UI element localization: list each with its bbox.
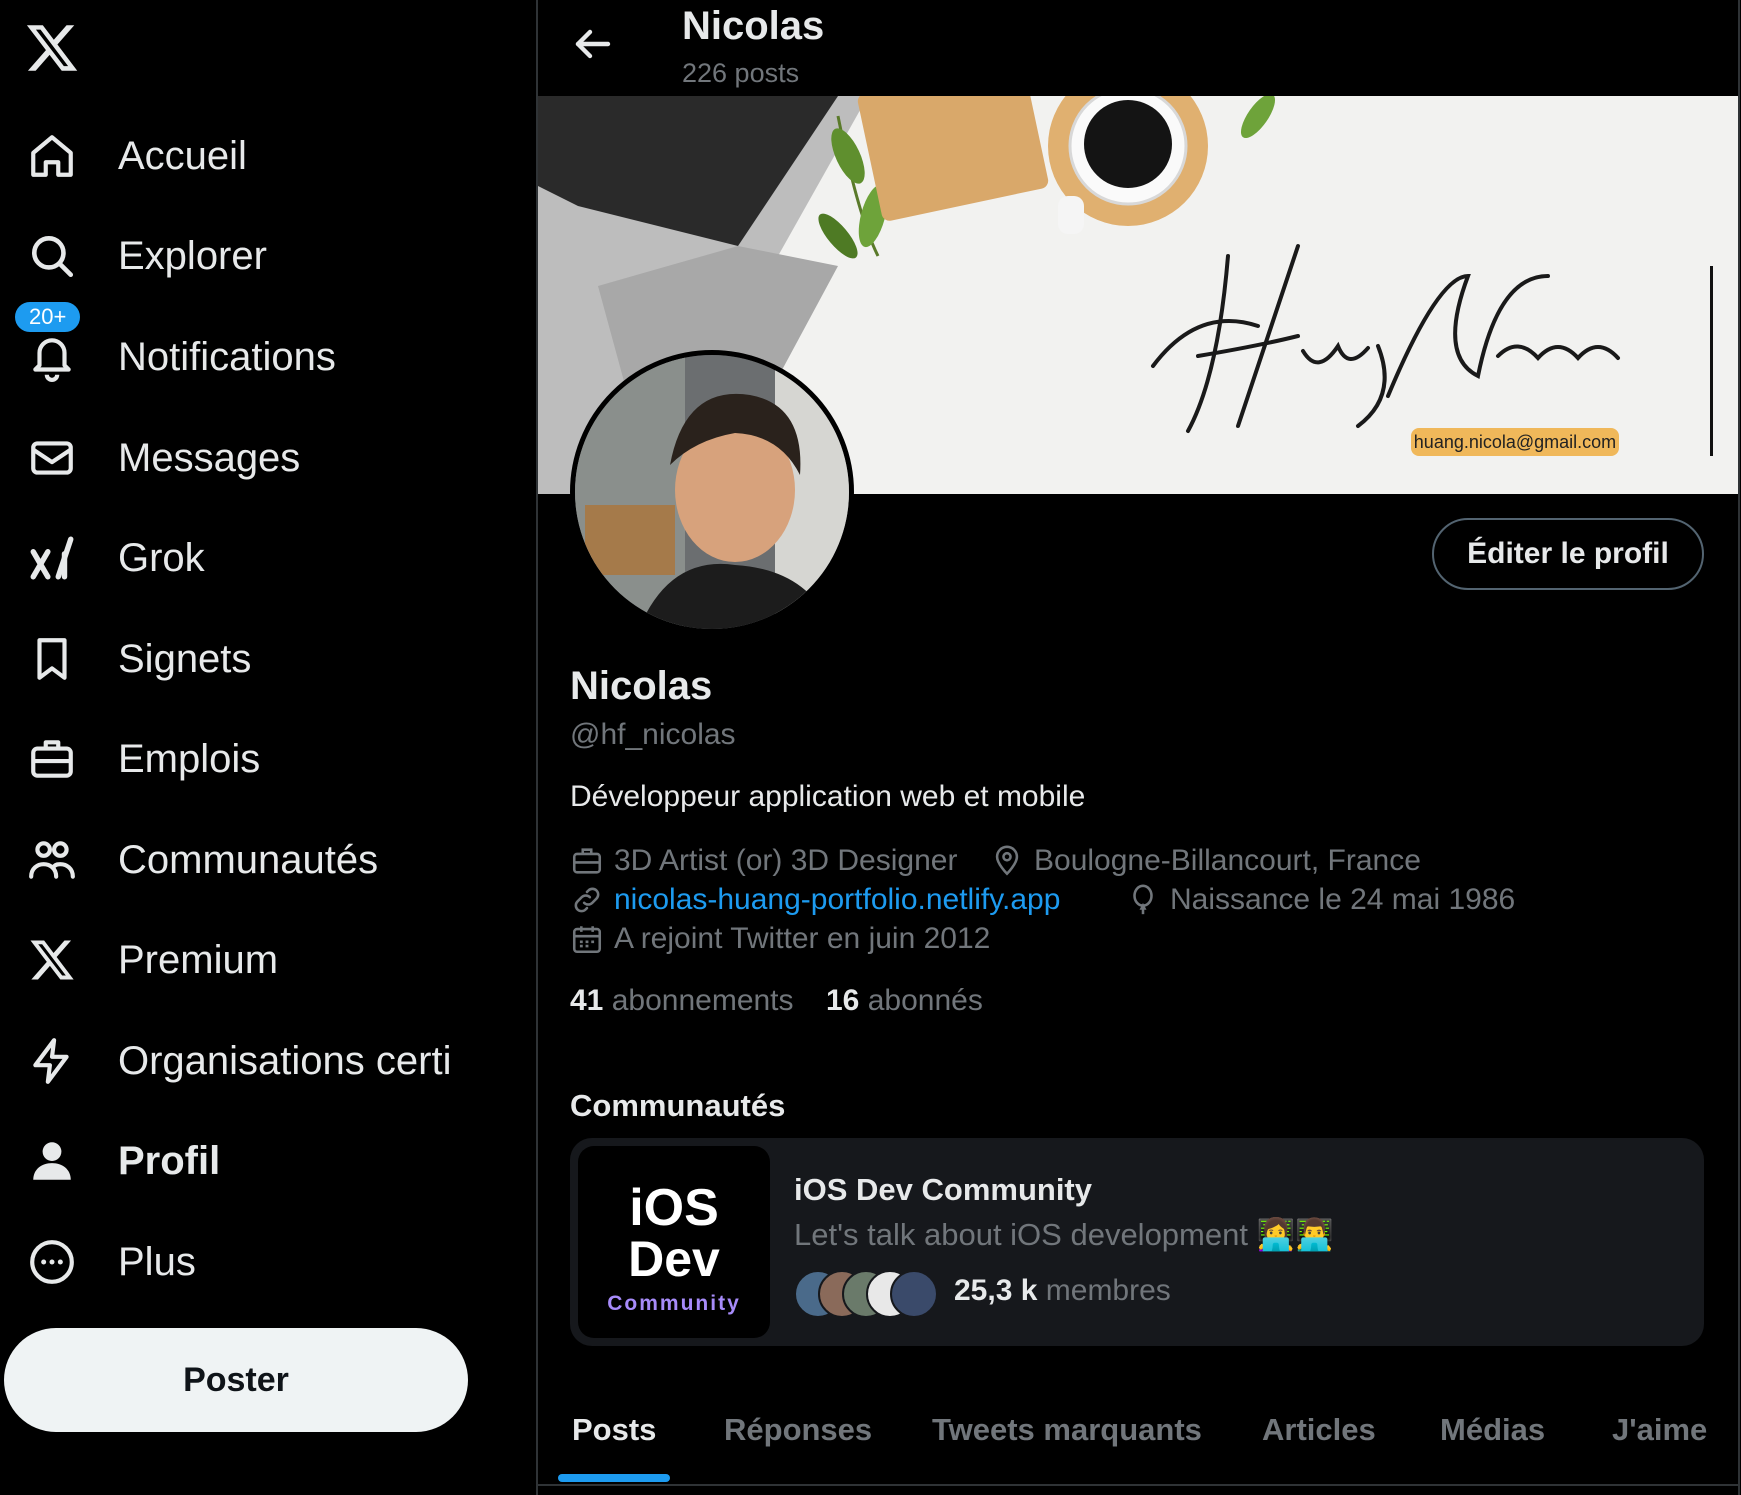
profile-website-link[interactable]: nicolas-huang-portfolio.netlify.app: [614, 883, 1060, 917]
tab-tweets-marquants[interactable]: Tweets marquants: [932, 1376, 1202, 1484]
lightning-icon: [26, 1035, 78, 1087]
profile-handle: @hf_nicolas: [570, 718, 736, 751]
sidebar-item-label: Grok: [118, 536, 205, 580]
tab-medias[interactable]: Médias: [1440, 1376, 1545, 1484]
back-arrow-icon[interactable]: [568, 20, 620, 72]
member-avatar: [890, 1270, 938, 1318]
profile-job: 3D Artist (or) 3D Designer: [570, 844, 957, 878]
tab-jaime[interactable]: J'aime: [1612, 1376, 1707, 1484]
sidebar-item-label: Emplois: [118, 737, 261, 781]
profile-name: Nicolas: [570, 664, 713, 708]
edit-profile-button[interactable]: Éditer le profil: [1432, 518, 1704, 590]
envelope-icon: [26, 432, 78, 484]
header-post-count: 226 posts: [682, 58, 800, 88]
briefcase-icon: [26, 733, 78, 785]
communities-heading: Communautés: [570, 1088, 786, 1123]
location-pin-icon: [990, 844, 1024, 878]
followers-label: abonnés: [867, 984, 983, 1017]
banner-email-tag: huang.nicola@gmail.com: [1413, 432, 1617, 452]
profile-joined: A rejoint Twitter en juin 2012: [570, 922, 990, 956]
sidebar-item-label: Explorer: [118, 234, 267, 278]
community-member-count: 25,3 k: [954, 1274, 1038, 1307]
following-count: 41: [570, 984, 604, 1017]
profile-avatar[interactable]: [570, 350, 854, 634]
profile-header-bar: Nicolas 226 posts: [538, 0, 1738, 96]
sidebar: Accueil Explorer 20+ Notifications Messa…: [0, 0, 536, 1495]
community-member-label: membres: [1045, 1274, 1171, 1307]
bookmark-icon: [26, 633, 78, 685]
community-name: iOS Dev Community: [794, 1172, 1092, 1207]
profile-bio: Développeur application web et mobile: [570, 780, 1086, 813]
community-image-line1: iOS: [629, 1179, 719, 1237]
profile-joined-text: A rejoint Twitter en juin 2012: [614, 922, 991, 955]
profile-job-text: 3D Artist (or) 3D Designer: [614, 844, 958, 877]
sidebar-item-label: Signets: [118, 637, 252, 681]
profile-website: nicolas-huang-portfolio.netlify.app: [570, 883, 1060, 917]
sidebar-item-label: Communautés: [118, 838, 379, 882]
community-image: iOS Dev Community: [578, 1146, 770, 1338]
sidebar-item-label: Accueil: [118, 134, 247, 178]
following-label: abonnements: [611, 984, 794, 1017]
profile-column: Nicolas 226 posts huang.nicola@gmail.com…: [538, 0, 1738, 1495]
followers-count: 16: [826, 984, 860, 1017]
search-icon: [26, 230, 78, 282]
post-button[interactable]: Poster: [4, 1328, 468, 1432]
x-logo-icon: [26, 934, 78, 986]
sidebar-item-label: Organisations certi: [118, 1039, 452, 1083]
tab-posts[interactable]: Posts: [572, 1376, 656, 1484]
header-name: Nicolas: [682, 4, 825, 48]
profile-birth-text: Naissance le 24 mai 1986: [1170, 883, 1516, 916]
sidebar-item-label: Plus: [118, 1240, 196, 1284]
person-icon: [26, 1135, 78, 1187]
calendar-icon: [570, 922, 604, 956]
tab-reponses[interactable]: Réponses: [724, 1376, 872, 1484]
home-icon: [26, 130, 78, 182]
link-icon: [570, 883, 604, 917]
bell-icon: [26, 331, 78, 383]
balloon-icon: [1126, 883, 1160, 917]
sidebar-item-label: Notifications: [118, 335, 336, 379]
active-tab-indicator: [558, 1474, 670, 1482]
profile-location: Boulogne-Billancourt, France: [990, 844, 1421, 878]
column-divider: [1738, 0, 1740, 1495]
community-description: Let's talk about iOS development 👩‍💻👨‍💻: [794, 1217, 1334, 1252]
following-link[interactable]: 41 abonnements: [570, 984, 794, 1018]
grok-icon: [26, 532, 78, 584]
community-image-line3: Community: [607, 1292, 741, 1315]
x-logo-icon[interactable]: [24, 20, 80, 76]
community-image-line2: Dev: [628, 1231, 720, 1287]
profile-birth: Naissance le 24 mai 1986: [1126, 883, 1515, 917]
notification-badge: 20+: [12, 299, 84, 336]
community-members: 25,3 k membres: [954, 1274, 1171, 1308]
followers-link[interactable]: 16 abonnés: [826, 984, 983, 1018]
tab-articles[interactable]: Articles: [1262, 1376, 1376, 1484]
profile-location-text: Boulogne-Billancourt, France: [1034, 844, 1421, 877]
more-circle-icon: [26, 1236, 78, 1288]
profile-tabs: Posts Réponses Tweets marquants Articles…: [538, 1376, 1738, 1486]
community-card[interactable]: iOS Dev Community iOS Dev Community Let'…: [570, 1138, 1704, 1346]
briefcase-icon: [570, 844, 604, 878]
community-member-avatars: [794, 1270, 940, 1318]
sidebar-item-label: Profil: [118, 1139, 221, 1183]
sidebar-item-label: Messages: [118, 436, 301, 480]
sidebar-item-label: Premium: [118, 938, 279, 982]
people-icon: [26, 834, 78, 886]
